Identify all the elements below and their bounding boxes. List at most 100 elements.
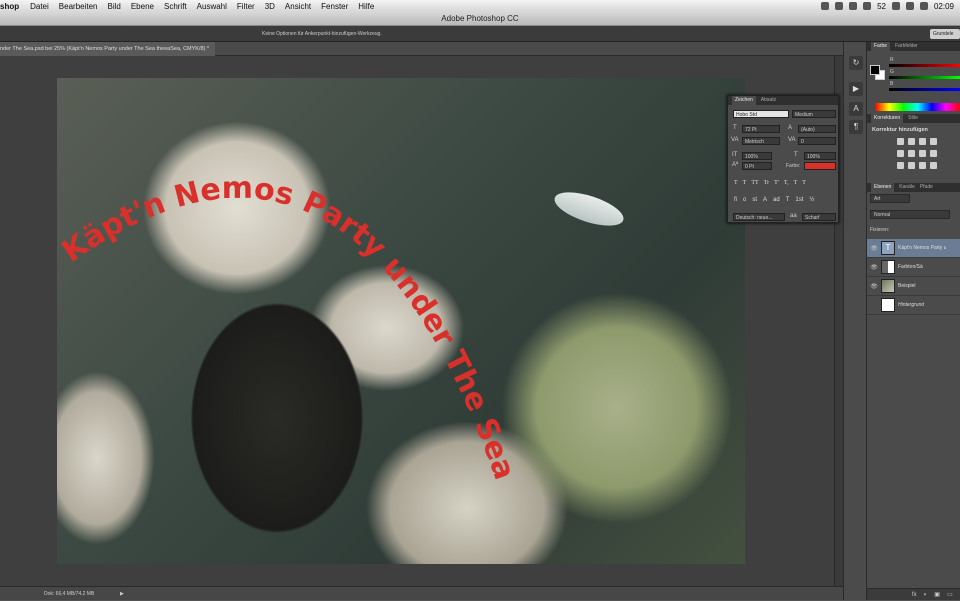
volume-icon[interactable] (906, 2, 914, 10)
menu-auswahl[interactable]: Auswahl (192, 2, 232, 11)
threshold-icon[interactable] (919, 162, 926, 169)
paragraph-icon[interactable]: ¶ (849, 120, 863, 134)
green-slider[interactable] (889, 76, 960, 79)
hue-icon[interactable] (908, 150, 915, 157)
all-caps-button[interactable]: TT (751, 180, 758, 186)
calendar-icon[interactable] (835, 2, 843, 10)
layer-row-adjustment[interactable]: 👁 Farbton/Sä (867, 258, 960, 277)
menu-filter[interactable]: Filter (232, 2, 260, 11)
visibility-eye-icon[interactable]: 👁 (867, 283, 881, 290)
menubar-clock[interactable]: 02:09 (934, 2, 954, 11)
menu-hilfe[interactable]: Hilfe (353, 2, 379, 11)
language-select[interactable]: Deutsch: neue... (733, 213, 785, 221)
layer-name[interactable]: Käpt'n Nemos Party u (898, 245, 946, 251)
bluetooth-icon[interactable] (863, 2, 871, 10)
invert-icon[interactable] (897, 162, 904, 169)
faux-italic-button[interactable]: T (743, 180, 747, 186)
layer-name[interactable]: Farbton/Sä (898, 264, 923, 270)
faux-bold-button[interactable]: T (734, 180, 738, 186)
layer-row-background[interactable]: Hintergrund (867, 296, 960, 315)
contextual-alt-button[interactable]: o (743, 197, 746, 203)
curves-icon[interactable] (919, 138, 926, 145)
layer-name[interactable]: Hintergrund (898, 302, 924, 308)
ordinals-button[interactable]: 1st (795, 197, 803, 203)
posterize-icon[interactable] (908, 162, 915, 169)
superscript-button[interactable]: T' (774, 180, 779, 186)
workspace-switcher[interactable]: Grundele (930, 29, 960, 39)
antialias-select[interactable]: Scharf (802, 213, 836, 221)
subscript-button[interactable]: T, (784, 180, 789, 186)
exposure-icon[interactable] (930, 138, 937, 145)
actions-icon[interactable]: ▶ (849, 82, 863, 96)
text-color-swatch[interactable] (804, 162, 836, 170)
leading-field[interactable]: (Auto) (798, 125, 836, 133)
document-image[interactable]: Käpt'n Nemos Party under The Sea (57, 78, 745, 564)
stylistic-alt-button[interactable]: ad (773, 197, 780, 203)
wifi-icon[interactable] (892, 2, 900, 10)
kerning-field[interactable]: Metrisch (742, 137, 780, 145)
levels-icon[interactable] (908, 138, 915, 145)
baseline-shift-field[interactable]: 0 Pt (742, 162, 772, 170)
doc-size[interactable]: Dok: 66,4 MB/74,2 MB (44, 587, 94, 601)
menu-fenster[interactable]: Fenster (316, 2, 353, 11)
tab-ebenen[interactable]: Ebenen (871, 183, 894, 192)
visibility-eye-icon[interactable]: 👁 (867, 264, 881, 271)
balance-icon[interactable] (919, 150, 926, 157)
blue-slider[interactable] (889, 88, 960, 91)
finder-icon[interactable] (821, 2, 829, 10)
color-spectrum[interactable] (875, 103, 960, 111)
red-slider[interactable] (889, 64, 960, 67)
tab-farbe[interactable]: Farbe (871, 42, 890, 51)
character-icon[interactable]: A (849, 102, 863, 116)
visibility-eye-icon[interactable]: 👁 (867, 245, 881, 252)
dropbox-icon[interactable] (849, 2, 857, 10)
titling-alt-button[interactable]: T (786, 197, 790, 203)
tab-stile[interactable]: Stile (908, 114, 918, 123)
font-style-select[interactable]: Medium (792, 110, 836, 118)
brightness-icon[interactable] (897, 138, 904, 145)
layer-filter-select[interactable]: Art (870, 194, 910, 203)
curved-text-layer[interactable]: Käpt'n Nemos Party under The Sea (57, 78, 745, 564)
menu-bearbeiten[interactable]: Bearbeiten (54, 2, 103, 11)
swash-button[interactable]: A (763, 197, 767, 203)
tracking-field[interactable]: 0 (798, 137, 836, 145)
font-size-field[interactable]: 72 Pt (742, 125, 780, 133)
ligatures-button[interactable]: fi (734, 197, 737, 203)
menu-bild[interactable]: Bild (103, 2, 126, 11)
mask-icon[interactable]: ◐ (924, 592, 928, 598)
vibrance-icon[interactable] (897, 150, 904, 157)
history-icon[interactable]: ↻ (849, 56, 863, 70)
menu-ebene[interactable]: Ebene (126, 2, 159, 11)
app-menu[interactable]: shop (0, 2, 25, 11)
tab-pfade[interactable]: Pfade (920, 183, 933, 192)
menu-ansicht[interactable]: Ansicht (280, 2, 316, 11)
small-caps-button[interactable]: Tr (764, 180, 769, 186)
canvas-area[interactable]: Käpt'n Nemos Party under The Sea (0, 56, 843, 586)
fractions-button[interactable]: ½ (809, 197, 814, 203)
tab-farbfelder[interactable]: Farbfelder (895, 42, 918, 51)
underline-button[interactable]: T (794, 180, 798, 186)
tab-kanaele[interactable]: Kanäle (899, 183, 915, 192)
blend-mode-select[interactable]: Normal (870, 210, 950, 219)
fx-icon[interactable]: fx (912, 592, 917, 598)
tab-zeichen[interactable]: Zeichen (732, 96, 756, 105)
new-layer-icon[interactable]: ▭ (947, 591, 953, 598)
menu-schrift[interactable]: Schrift (159, 2, 192, 11)
document-tab[interactable]: nder The Sea.psd bei 25% (Käpt'n Nemos P… (0, 42, 215, 56)
gradient-map-icon[interactable] (930, 162, 937, 169)
group-icon[interactable]: ▣ (934, 591, 940, 598)
layer-name[interactable]: Beispiel (898, 283, 916, 289)
vertical-scale-field[interactable]: 100% (742, 152, 772, 160)
discretionary-lig-button[interactable]: st (752, 197, 757, 203)
horizontal-scale-field[interactable]: 100% (804, 152, 836, 160)
bw-icon[interactable] (930, 150, 937, 157)
strikethrough-button[interactable]: T (802, 180, 806, 186)
layer-row-image[interactable]: 👁 Beispiel (867, 277, 960, 296)
tab-korrekturen[interactable]: Korrekturen (871, 114, 903, 123)
foreground-color-swatch[interactable] (870, 65, 880, 75)
status-menu-arrow[interactable]: ▶ (120, 587, 124, 601)
menu-datei[interactable]: Datei (25, 2, 54, 11)
font-family-select[interactable]: Hobo Std (733, 110, 789, 118)
tab-absatz[interactable]: Absatz (761, 96, 776, 105)
layer-row-text[interactable]: 👁 T Käpt'n Nemos Party u (867, 239, 960, 258)
